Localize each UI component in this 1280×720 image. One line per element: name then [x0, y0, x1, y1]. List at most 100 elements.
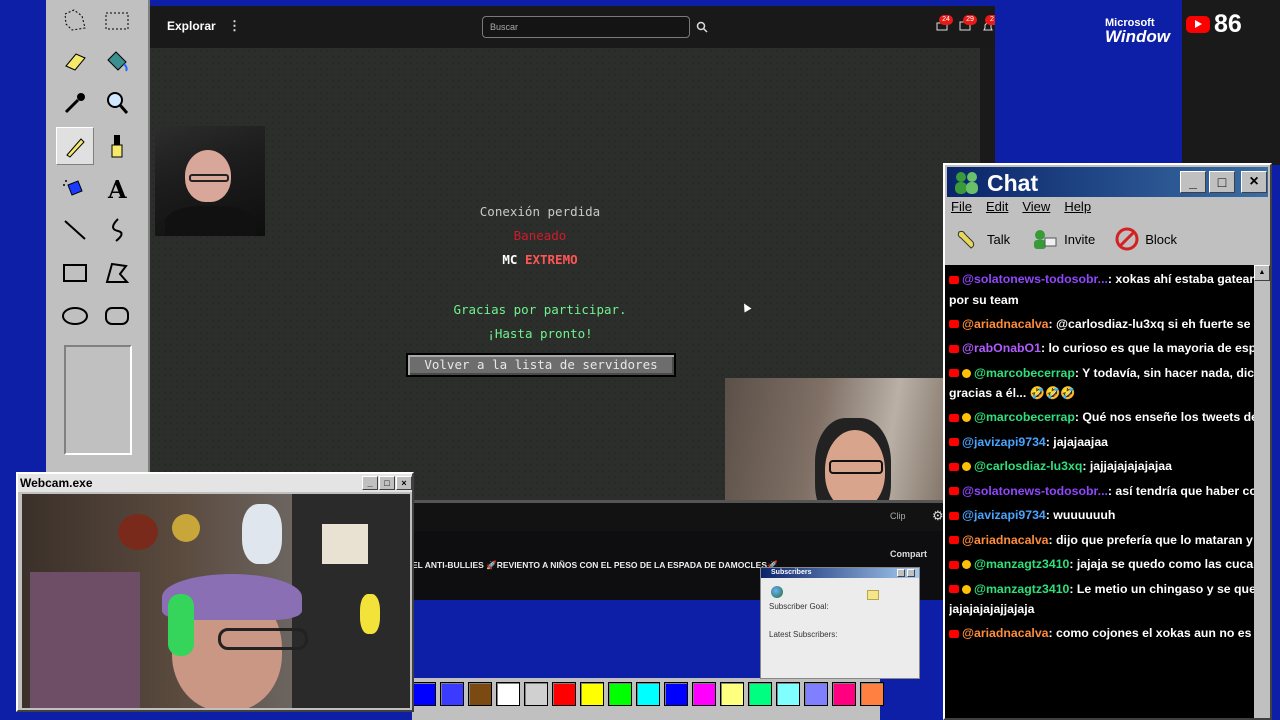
talk-icon: [957, 230, 975, 249]
chat-username[interactable]: @manzagtz3410: [974, 582, 1069, 596]
rect-select-tool[interactable]: [98, 2, 136, 40]
search-input[interactable]: Buscar: [482, 16, 690, 38]
chat-maximize-button[interactable]: □: [1209, 171, 1235, 193]
subscribers-window: Subscribers Subscriber Goal: Latest Subs…: [760, 567, 920, 679]
fill-tool[interactable]: [98, 42, 136, 80]
brush-tool[interactable]: [98, 127, 136, 165]
invite-button[interactable]: Invite: [1030, 228, 1095, 250]
palette-swatch[interactable]: [860, 682, 884, 706]
chat-text: : lo curioso es que la mayoria de españ: [1040, 341, 1254, 355]
clip-button[interactable]: Clip: [890, 511, 906, 521]
messages-badge: 29: [963, 15, 977, 25]
chat-username[interactable]: @ariadnacalva: [962, 317, 1049, 331]
share-button[interactable]: Compart: [890, 549, 927, 559]
chat-username[interactable]: @marcobecerrap: [974, 366, 1075, 380]
webcam-close-button[interactable]: ×: [396, 476, 412, 490]
chat-username[interactable]: @rabOnabO1: [962, 341, 1041, 355]
rounded-rect-tool[interactable]: [98, 297, 136, 335]
chat-minimize-button[interactable]: _: [1180, 171, 1206, 193]
chat-username[interactable]: @solatonews-todosobr...: [962, 484, 1108, 498]
chat-scrollbar[interactable]: ▲: [1254, 265, 1270, 718]
youtube-icon: [949, 560, 959, 569]
youtube-icon: [949, 413, 959, 422]
chat-message: @marcobecerrap: Y todavía, sin hacer nad…: [949, 363, 1254, 384]
menu-edit[interactable]: Edit: [986, 199, 1008, 214]
chat-text: : así tendría que haber corr: [1107, 483, 1254, 498]
menu-view[interactable]: View: [1022, 199, 1050, 214]
palette-swatch[interactable]: [468, 682, 492, 706]
settings-gear-icon[interactable]: ⚙: [932, 508, 944, 524]
chat-username[interactable]: @carlosdiaz-lu3xq: [974, 459, 1082, 473]
palette-swatch[interactable]: [692, 682, 716, 706]
inbox-badge: 24: [939, 15, 953, 25]
subs-minimize-button[interactable]: [897, 569, 905, 577]
chat-text: : dijo que prefería que lo mataran y lo: [1048, 532, 1254, 547]
chat-username[interactable]: @marcobecerrap: [974, 410, 1075, 424]
youtube-icon: [949, 585, 959, 594]
color-picker-tool[interactable]: [56, 84, 94, 122]
pencil-tool[interactable]: [56, 127, 94, 165]
search-icon[interactable]: [692, 16, 712, 38]
polygon-tool[interactable]: [98, 254, 136, 292]
more-menu-icon[interactable]: ⋮: [228, 18, 241, 34]
chat-username[interactable]: @manzagtz3410: [974, 557, 1069, 571]
disconnect-reason: Baneado: [513, 228, 567, 243]
chat-username[interactable]: @javizapi9734: [962, 435, 1046, 449]
chat-username[interactable]: @javizapi9734: [962, 508, 1046, 522]
line-tool[interactable]: [56, 211, 94, 249]
palette-swatch[interactable]: [776, 682, 800, 706]
chat-title: Chat: [987, 170, 1039, 196]
youtube-icon: [1186, 16, 1210, 33]
menu-help[interactable]: Help: [1064, 199, 1091, 214]
block-icon: [1115, 227, 1139, 251]
scroll-up-button[interactable]: ▲: [1254, 265, 1270, 281]
chat-message: @manzagtz3410: jajaja se quedo como las …: [949, 554, 1254, 575]
chat-username[interactable]: @solatonews-todosobr...: [962, 272, 1108, 286]
curve-tool[interactable]: [98, 211, 136, 249]
palette-swatch[interactable]: [524, 682, 548, 706]
magnifier-tool[interactable]: [98, 84, 136, 122]
game-screen: Conexión perdida Baneado MC EXTREMO Grac…: [150, 48, 980, 568]
palette-swatch[interactable]: [608, 682, 632, 706]
palette-swatch[interactable]: [664, 682, 688, 706]
youtube-icon: [949, 629, 959, 638]
chat-close-button[interactable]: ×: [1241, 171, 1267, 193]
palette-swatch[interactable]: [496, 682, 520, 706]
member-badge-icon: [962, 584, 971, 594]
site-header: Explorar ⋮ Buscar 24 29 2: [150, 6, 995, 48]
palette-swatch[interactable]: [804, 682, 828, 706]
free-select-tool[interactable]: [56, 2, 94, 40]
menu-file[interactable]: File: [951, 199, 972, 214]
block-button[interactable]: Block: [1115, 227, 1177, 251]
youtube-icon: [949, 344, 959, 353]
youtube-icon: [949, 369, 959, 378]
webcam-maximize-button[interactable]: □: [379, 476, 395, 490]
palette-swatch[interactable]: [412, 682, 436, 706]
explore-link[interactable]: Explorar: [167, 19, 216, 33]
palette-swatch[interactable]: [748, 682, 772, 706]
back-to-server-list-button[interactable]: Volver a la lista de servidores: [406, 353, 676, 377]
palette-swatch[interactable]: [636, 682, 660, 706]
chat-username[interactable]: @ariadnacalva: [962, 533, 1049, 547]
messenger-people-icon: [955, 172, 978, 194]
eraser-tool[interactable]: [56, 42, 94, 80]
streamer-cam-top: [155, 126, 265, 236]
airbrush-tool[interactable]: [56, 169, 94, 207]
palette-swatch[interactable]: [552, 682, 576, 706]
chat-message: @solatonews-todosobr...: xokas ahí estab…: [949, 269, 1254, 290]
talk-button[interactable]: Talk: [955, 228, 1010, 250]
member-badge-icon: [962, 462, 971, 472]
talk-label: Talk: [987, 231, 1011, 247]
subs-close-button[interactable]: [907, 569, 915, 577]
chat-username[interactable]: @ariadnacalva: [962, 626, 1049, 640]
text-tool[interactable]: A: [98, 169, 136, 207]
ellipse-tool[interactable]: [56, 297, 94, 335]
server-prefix: MC: [502, 252, 518, 267]
palette-swatch[interactable]: [440, 682, 464, 706]
palette-swatch[interactable]: [832, 682, 856, 706]
rectangle-tool[interactable]: [56, 254, 94, 292]
palette-swatch[interactable]: [720, 682, 744, 706]
paint-toolbox: A: [46, 0, 150, 475]
webcam-minimize-button[interactable]: _: [362, 476, 378, 490]
palette-swatch[interactable]: [580, 682, 604, 706]
